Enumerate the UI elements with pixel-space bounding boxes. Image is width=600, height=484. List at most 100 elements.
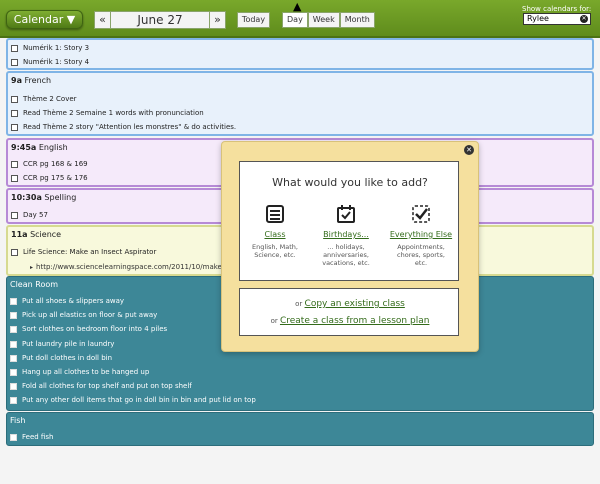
- close-icon[interactable]: ✕: [464, 145, 474, 155]
- copy-class-line: or Copy an existing class: [240, 299, 460, 309]
- clear-icon[interactable]: ✕: [580, 15, 588, 23]
- view-month-button[interactable]: Month: [339, 12, 375, 28]
- event-title: 10:30a Spelling: [11, 193, 77, 202]
- item-label: Numérik 1: Story 4: [23, 58, 90, 66]
- create-from-lesson-link[interactable]: Create a class from a lesson plan: [280, 316, 429, 326]
- checkbox[interactable]: [11, 58, 18, 66]
- add-item-modal: ✕ What would you like to add? Class Engl…: [221, 141, 479, 352]
- item-label: Pick up all elastics on floor & put away: [22, 311, 158, 319]
- view-day-button[interactable]: Day: [282, 12, 308, 28]
- item-label: Put all shoes & slippers away: [22, 297, 125, 305]
- list-item[interactable]: Life Science: Make an Insect Aspirator: [11, 248, 156, 256]
- option-class[interactable]: Class English, Math, Science, etc.: [240, 204, 310, 259]
- checkbox[interactable]: [11, 174, 18, 182]
- list-item[interactable]: Put laundry pile in laundry: [10, 340, 114, 348]
- event-title: Fish: [10, 416, 26, 425]
- checkbox[interactable]: [11, 248, 18, 256]
- option-everything-else-label[interactable]: Everything Else: [386, 230, 456, 239]
- item-label: Put doll clothes in doll bin: [22, 354, 113, 362]
- list-item[interactable]: Sort clothes on bedroom floor into 4 pil…: [10, 325, 167, 333]
- checkbox[interactable]: [10, 311, 17, 319]
- item-label: Life Science: Make an Insect Aspirator: [23, 248, 157, 256]
- prev-day-button[interactable]: «: [94, 11, 111, 29]
- list-item[interactable]: Numérik 1: Story 3: [11, 44, 89, 52]
- event-title: Clean Room: [10, 280, 59, 289]
- checkbox[interactable]: [10, 368, 17, 376]
- item-label: Read Thème 2 story "Attention les monstr…: [23, 123, 237, 131]
- option-birthdays-desc: ... holidays, anniversaries, vacations, et…: [322, 243, 370, 267]
- event-title: 11a Science: [11, 230, 62, 239]
- list-item[interactable]: Put any other doll items that go in doll…: [10, 396, 256, 404]
- item-label: Put any other doll items that go in doll…: [22, 396, 256, 404]
- checkbox[interactable]: [10, 340, 17, 348]
- item-label: CCR pg 168 & 169: [23, 160, 88, 168]
- or-text: or: [295, 300, 303, 308]
- list-item[interactable]: CCR pg 168 & 169: [11, 160, 88, 168]
- checkbox[interactable]: [11, 211, 18, 219]
- checkbox[interactable]: [10, 433, 17, 441]
- option-birthdays[interactable]: Birthdays... ... holidays, anniversaries,…: [311, 204, 381, 267]
- checkbox[interactable]: [10, 354, 17, 362]
- checkbox[interactable]: [11, 123, 18, 131]
- list-item[interactable]: Thème 2 Cover: [11, 95, 77, 103]
- item-label: Read Thème 2 Semaine 1 words with pronun…: [23, 109, 204, 117]
- event-numerik[interactable]: Numérik 1: Story 3 Numérik 1: Story 4: [6, 38, 594, 70]
- item-label: Day 57: [23, 211, 48, 219]
- view-switcher: Day Week Month: [282, 12, 375, 28]
- event-title: 9:45a English: [11, 143, 68, 152]
- calendar-menu-button[interactable]: Calendar ▼: [6, 10, 83, 29]
- item-label: Fold all clothes for top shelf and put o…: [22, 382, 192, 390]
- top-bar: Calendar ▼ « June 27 » Today ▲ Day Week …: [0, 0, 600, 38]
- view-week-button[interactable]: Week: [307, 12, 340, 28]
- event-french[interactable]: 9a French Thème 2 Cover Read Thème 2 Sem…: [6, 71, 594, 136]
- list-item[interactable]: CCR pg 175 & 176: [11, 174, 88, 182]
- copy-class-link[interactable]: Copy an existing class: [305, 299, 405, 309]
- checkbox[interactable]: [10, 297, 17, 305]
- checkbox[interactable]: [11, 95, 18, 103]
- dashed-check-icon: [412, 205, 430, 223]
- item-label: Thème 2 Cover: [23, 95, 77, 103]
- list-item[interactable]: Numérik 1: Story 4: [11, 58, 89, 66]
- checkbox[interactable]: [11, 109, 18, 117]
- modal-question: What would you like to add?: [272, 176, 428, 189]
- option-class-desc: English, Math, Science, etc.: [252, 243, 298, 259]
- copy-create-card: or Copy an existing class or Create a cl…: [239, 288, 459, 336]
- calendar-select[interactable]: Rylee ✕: [523, 13, 591, 25]
- list-item[interactable]: Feed fish: [10, 433, 53, 441]
- checkbox[interactable]: [10, 325, 17, 333]
- item-label: Sort clothes on bedroom floor into 4 pil…: [22, 325, 168, 333]
- event-title: 9a French: [11, 76, 52, 85]
- option-birthdays-label[interactable]: Birthdays...: [311, 230, 381, 239]
- or-text: or: [270, 317, 278, 325]
- list-item[interactable]: Read Thème 2 Semaine 1 words with pronun…: [11, 109, 204, 117]
- list-item[interactable]: Fold all clothes for top shelf and put o…: [10, 382, 192, 390]
- checkbox[interactable]: [11, 44, 18, 52]
- option-everything-else[interactable]: Everything Else Appointments, chores, spo…: [386, 204, 456, 267]
- today-button[interactable]: Today: [237, 12, 270, 28]
- item-label: Put laundry pile in laundry: [22, 340, 115, 348]
- current-date: June 27: [111, 11, 209, 29]
- checkbox[interactable]: [10, 382, 17, 390]
- list-item[interactable]: Put all shoes & slippers away: [10, 297, 124, 305]
- item-label: Numérik 1: Story 3: [23, 44, 90, 52]
- list-item[interactable]: Put doll clothes in doll bin: [10, 354, 112, 362]
- checkbox[interactable]: [11, 160, 18, 168]
- class-icon: [266, 205, 284, 223]
- event-fish[interactable]: Fish Feed fish: [6, 412, 594, 446]
- list-item[interactable]: Read Thème 2 story "Attention les monstr…: [11, 123, 236, 131]
- link-text: http://www.sciencelearningspace.com/2011…: [36, 263, 222, 271]
- list-item[interactable]: Pick up all elastics on floor & put away: [10, 311, 157, 319]
- add-options-card: What would you like to add? Class Englis…: [239, 161, 459, 281]
- science-link[interactable]: ▸ http://www.sciencelearningspace.com/201…: [30, 263, 222, 271]
- option-class-label[interactable]: Class: [240, 230, 310, 239]
- list-item[interactable]: Day 57: [11, 211, 48, 219]
- list-item[interactable]: Hang up all clothes to be hanged up: [10, 368, 149, 376]
- show-calendars-label: Show calendars for:: [522, 5, 592, 13]
- option-everything-else-desc: Appointments, chores, sports, etc.: [397, 243, 445, 267]
- checkbox[interactable]: [10, 396, 17, 404]
- bullet-arrow-icon: ▸: [30, 264, 34, 271]
- next-day-button[interactable]: »: [209, 11, 226, 29]
- date-navigator: « June 27 »: [94, 11, 226, 29]
- create-class-line: or Create a class from a lesson plan: [240, 316, 460, 326]
- item-label: CCR pg 175 & 176: [23, 174, 88, 182]
